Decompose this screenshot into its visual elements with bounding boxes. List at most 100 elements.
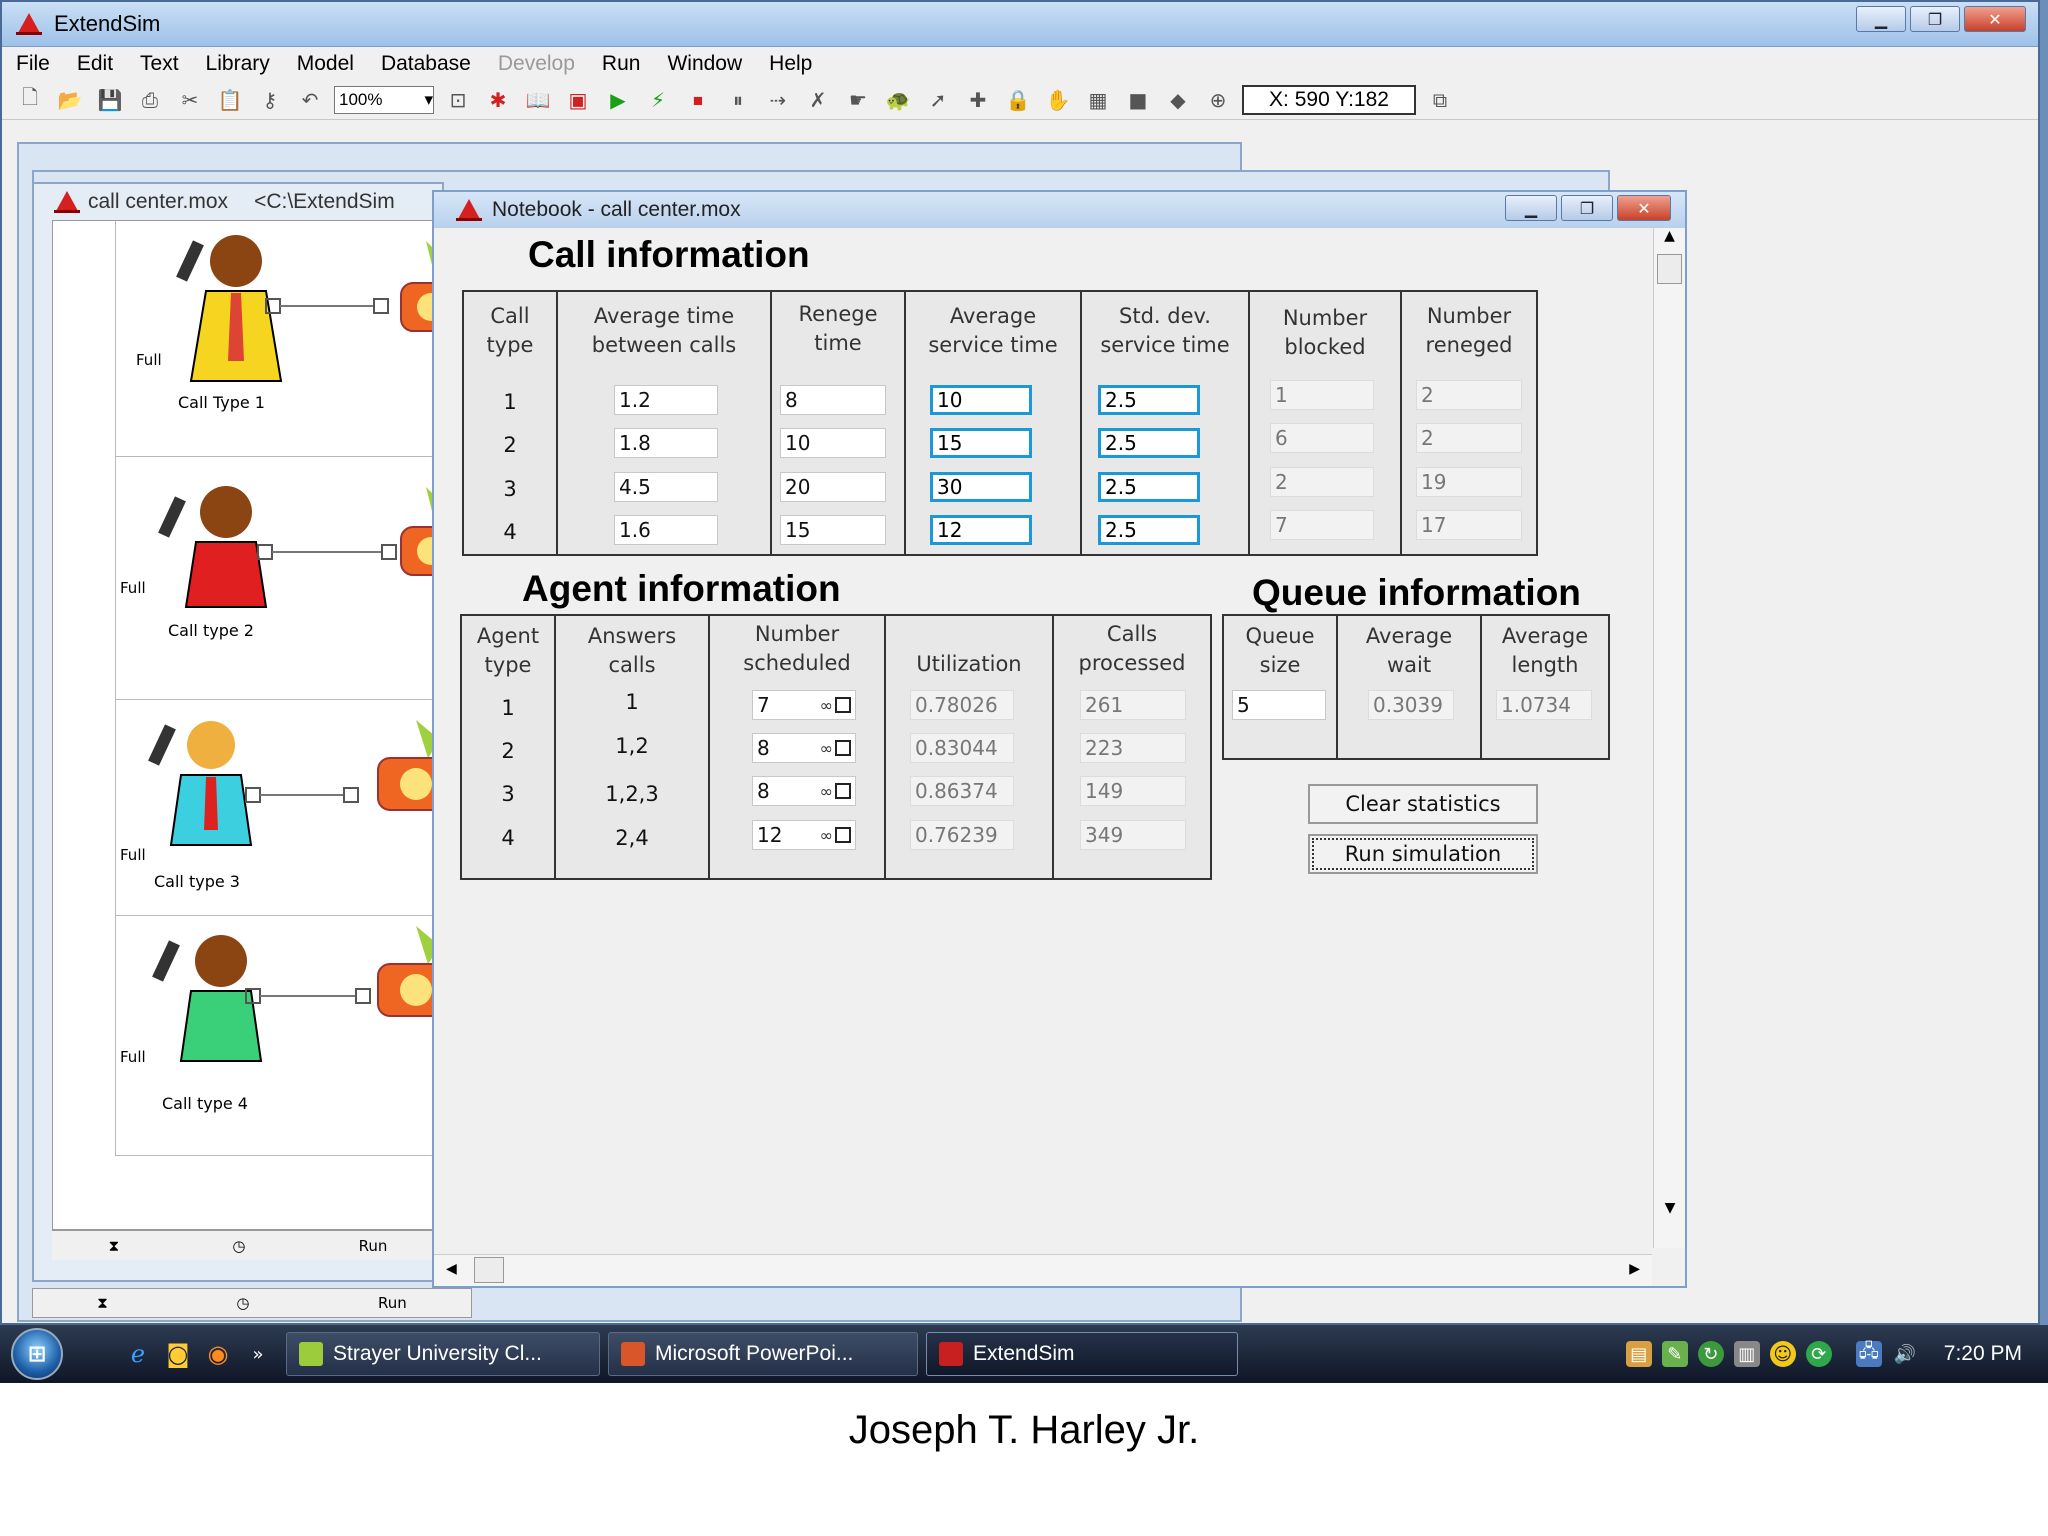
clock-icon[interactable]: ◷ (232, 1237, 245, 1255)
scroll-up-icon[interactable]: ▲ (1654, 228, 1685, 254)
menu-develop[interactable]: Develop (498, 52, 575, 76)
tray-device-icon[interactable]: ▥ (1733, 1341, 1760, 1367)
between-input-1[interactable]: 1.2 (614, 385, 718, 415)
close-button[interactable]: ✕ (1964, 6, 2026, 32)
between-input-2[interactable]: 1.8 (614, 428, 718, 458)
notebook-titlebar[interactable]: Notebook - call center.mox ▁ ❐ ✕ (434, 192, 1685, 228)
hscroll-thumb[interactable] (474, 1257, 504, 1283)
frame-icon[interactable]: ⊡ (442, 85, 474, 115)
pointer-icon[interactable]: ➚ (922, 85, 954, 115)
vertical-scrollbar[interactable]: ▲ ▼ (1653, 228, 1685, 1248)
service-input-4[interactable]: 12 (930, 515, 1032, 545)
queue-size-input[interactable]: 5 (1232, 690, 1326, 720)
run-simulation-icon[interactable]: ▶ (602, 85, 634, 115)
sparkle-icon[interactable]: ✱ (482, 85, 514, 115)
cloning-icon[interactable]: ⧉ (1424, 85, 1456, 115)
notebook-close-button[interactable]: ✕ (1617, 195, 1671, 221)
undo-icon[interactable]: ↶ (294, 85, 326, 115)
call-type-block-3[interactable]: Full Call type 3 (115, 700, 443, 916)
align-icon[interactable]: ⊕ (1202, 85, 1234, 115)
step-icon[interactable]: ⏸ (722, 85, 754, 115)
library-icon[interactable]: 📖 (522, 85, 554, 115)
print-icon[interactable]: ⎙ (134, 85, 166, 115)
run-optimize-icon[interactable]: ⚡ (642, 85, 674, 115)
tray-sync-icon[interactable]: ↻ (1697, 1341, 1724, 1367)
paste-icon[interactable]: 📋 (214, 85, 246, 115)
scroll-down-icon[interactable]: ▼ (1654, 1200, 1686, 1216)
call-type-block-4[interactable]: Full Call type 4 (115, 916, 443, 1156)
menu-run[interactable]: Run (602, 52, 641, 76)
scroll-left-icon[interactable]: ◀ (446, 1261, 457, 1277)
menu-model[interactable]: Model (297, 52, 354, 76)
outlook-icon[interactable]: ◙ (158, 1334, 198, 1374)
new-file-icon[interactable]: 🗋 (14, 85, 46, 115)
grab-icon[interactable]: ✋ (1042, 85, 1074, 115)
turtle-icon[interactable]: 🐢 (882, 85, 914, 115)
minimize-button[interactable]: ▁ (1856, 6, 1906, 32)
color-palette-icon[interactable]: ▦ (1082, 85, 1114, 115)
renege-input-2[interactable]: 10 (780, 428, 886, 458)
stddev-input-1[interactable]: 2.5 (1098, 385, 1200, 415)
call-type-block-1[interactable]: Full Call Type 1 (115, 221, 443, 457)
tray-tool-icon[interactable]: ✎ (1661, 1341, 1688, 1367)
renege-input-3[interactable]: 20 (780, 472, 886, 502)
hand-icon[interactable]: ☛ (842, 85, 874, 115)
lock-icon[interactable]: 🔒 (1002, 85, 1034, 115)
start-button[interactable]: ⊞ (0, 1325, 74, 1383)
task-strayer[interactable]: Strayer University Cl... (286, 1332, 600, 1376)
tray-app-icon[interactable]: ▤ (1625, 1341, 1652, 1367)
save-icon[interactable]: 💾 (94, 85, 126, 115)
service-input-3[interactable]: 30 (930, 472, 1032, 502)
stddev-input-3[interactable]: 2.5 (1098, 472, 1200, 502)
call-type-block-2[interactable]: Full Call type 2 (115, 457, 443, 700)
scroll-right-icon[interactable]: ▶ (1629, 1261, 1640, 1277)
model-canvas[interactable]: Full Call Type 1 Full Call type 2 Full C… (52, 220, 444, 1230)
key-icon[interactable]: ⚷ (254, 85, 286, 115)
connector-icon[interactable]: ⇢ (762, 85, 794, 115)
task-extendsim[interactable]: ExtendSim (926, 1332, 1238, 1376)
firefox-icon[interactable]: ◉ (198, 1334, 238, 1374)
run-simulation-button[interactable]: Run simulation (1308, 834, 1538, 874)
maximize-button[interactable]: ❐ (1910, 6, 1960, 32)
link-checkbox[interactable] (835, 697, 851, 713)
link-checkbox[interactable] (835, 740, 851, 756)
3d-icon[interactable]: ▣ (562, 85, 594, 115)
service-input-2[interactable]: 15 (930, 428, 1032, 458)
notebook-minimize-button[interactable]: ▁ (1505, 195, 1557, 221)
stop-icon[interactable]: ⏹ (682, 85, 714, 115)
scroll-thumb[interactable] (1657, 254, 1682, 284)
clear-statistics-button[interactable]: Clear statistics (1308, 784, 1538, 824)
renege-input-4[interactable]: 15 (780, 515, 886, 545)
menu-help[interactable]: Help (769, 52, 812, 76)
shape-icon[interactable]: ◆ (1162, 85, 1194, 115)
scheduled-input-1[interactable]: 7 ∞ (752, 690, 856, 720)
menu-file[interactable]: File (16, 52, 50, 76)
service-input-1[interactable]: 10 (930, 385, 1032, 415)
link-checkbox[interactable] (835, 827, 851, 843)
open-folder-icon[interactable]: 📂 (54, 85, 86, 115)
scheduled-input-3[interactable]: 8 ∞ (752, 776, 856, 806)
cut-icon[interactable]: ✂ (174, 85, 206, 115)
menu-library[interactable]: Library (206, 52, 270, 76)
zoom-select[interactable]: 100% ▾ (334, 85, 434, 114)
stddev-input-2[interactable]: 2.5 (1098, 428, 1200, 458)
horizontal-scrollbar[interactable]: ◀ ▶ (434, 1254, 1652, 1286)
clock[interactable]: 7:20 PM (1944, 1342, 2022, 1366)
scheduled-input-2[interactable]: 8 ∞ (752, 733, 856, 763)
menu-window[interactable]: Window (667, 52, 742, 76)
link-checkbox[interactable] (835, 783, 851, 799)
between-input-4[interactable]: 1.6 (614, 515, 718, 545)
task-powerpoint[interactable]: Microsoft PowerPoi... (608, 1332, 918, 1376)
network-icon[interactable]: 🖧 (1855, 1341, 1882, 1367)
menu-text[interactable]: Text (140, 52, 179, 76)
renege-input-1[interactable]: 8 (780, 385, 886, 415)
pattern-icon[interactable]: ■ (1122, 85, 1154, 115)
tray-update-icon[interactable]: ⟳ (1805, 1341, 1832, 1367)
app-titlebar[interactable]: ExtendSim ▁ ❐ ✕ (2, 2, 2038, 47)
model-titlebar[interactable]: call center.mox <C:\ExtendSim (34, 184, 442, 220)
scheduled-input-4[interactable]: 12 ∞ (752, 820, 856, 850)
internet-explorer-icon[interactable]: ℯ (118, 1334, 158, 1374)
animation-icon[interactable]: ✗ (802, 85, 834, 115)
menu-edit[interactable]: Edit (77, 52, 113, 76)
more-icon[interactable]: » (238, 1334, 278, 1374)
